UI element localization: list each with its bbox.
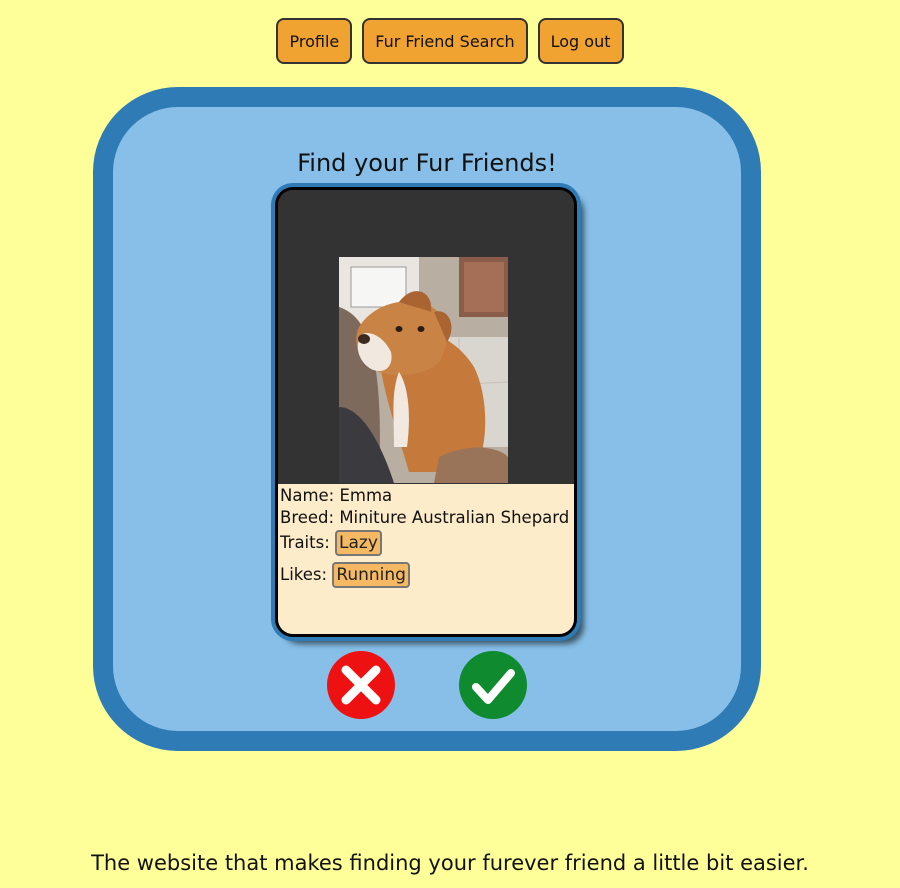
fur-friend-search-button[interactable]: Fur Friend Search xyxy=(362,18,528,64)
pet-name: Name: Emma xyxy=(280,486,393,505)
pet-breed: Breed: Miniture Australian Shepard xyxy=(280,508,570,527)
photo-frame xyxy=(278,190,574,484)
log-out-button[interactable]: Log out xyxy=(537,18,624,64)
dog-photo xyxy=(339,257,508,483)
accept-button[interactable] xyxy=(458,650,528,720)
traits-row: Traits: Lazy xyxy=(280,530,572,556)
traits-label: Traits: xyxy=(280,533,330,552)
reject-button[interactable] xyxy=(326,650,396,720)
trait-chip: Lazy xyxy=(335,530,382,556)
likes-label: Likes: xyxy=(280,565,328,584)
likes-row: Likes: Running xyxy=(280,562,572,588)
top-nav: Profile Fur Friend Search Log out xyxy=(0,18,900,64)
page-title: Find your Fur Friends! xyxy=(297,149,557,177)
profile-button[interactable]: Profile xyxy=(276,18,353,64)
pet-profile-card: Name: Emma Breed: Miniture Australian Sh… xyxy=(275,187,577,637)
check-icon xyxy=(459,651,527,719)
pet-details: Name: Emma Breed: Miniture Australian Sh… xyxy=(278,484,574,634)
like-chip: Running xyxy=(332,562,410,588)
close-icon xyxy=(327,651,395,719)
matching-panel: Find your Fur Friends! Name: Emma Breed:… xyxy=(93,87,761,751)
footer-tagline: The website that makes finding your fure… xyxy=(91,851,809,875)
